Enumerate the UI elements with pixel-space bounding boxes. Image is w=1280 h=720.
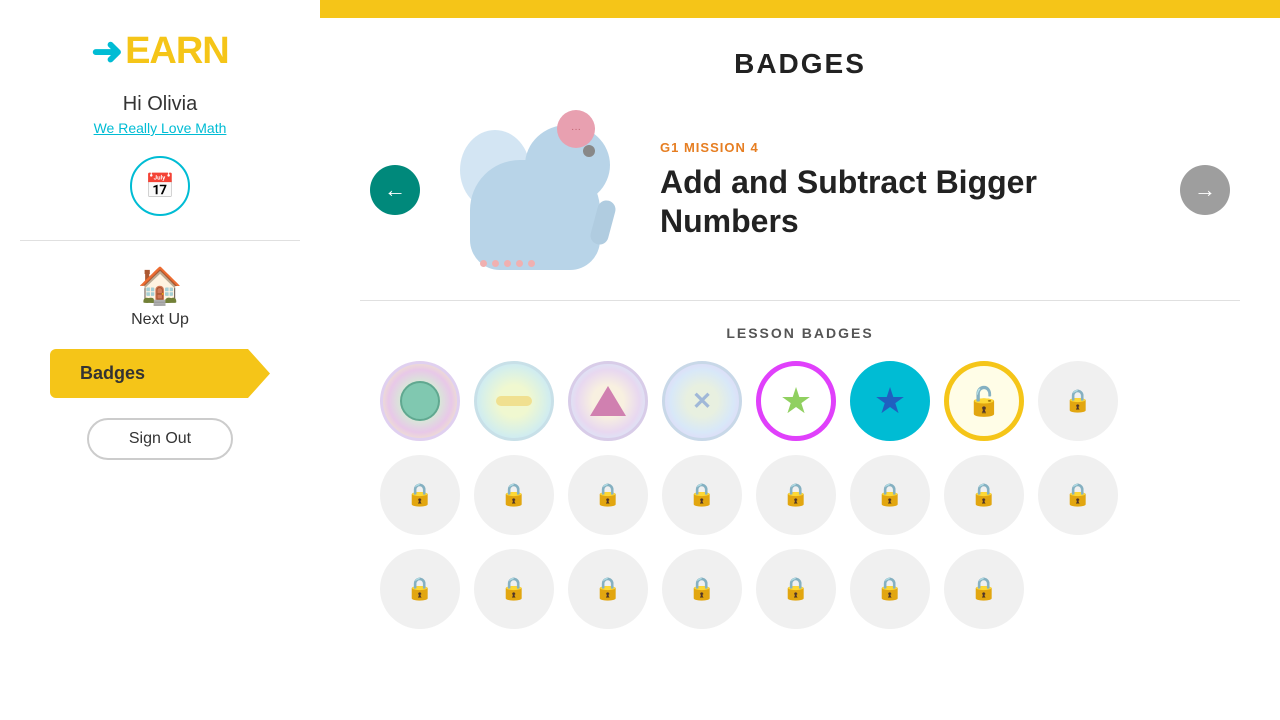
badge-1[interactable] — [380, 361, 460, 441]
badge-15: 🔒 — [944, 455, 1024, 535]
signout-button[interactable]: Sign Out — [87, 418, 233, 460]
prev-mission-button[interactable]: ← — [370, 165, 420, 215]
lock-icon-18: 🔒 — [500, 576, 527, 602]
lock-icon-7: 🔓 — [967, 385, 1002, 418]
badge-21: 🔒 — [756, 549, 836, 629]
lock-icon-14: 🔒 — [876, 482, 903, 508]
badges-row-2: 🔒 🔒 🔒 🔒 🔒 🔒 🔒 🔒 — [360, 455, 1240, 535]
greeting: Hi Olivia — [123, 93, 197, 116]
page-title: BADGES — [360, 48, 1240, 80]
badges-row-1: ✕ ★ ★ 🔓 🔒 — [360, 361, 1240, 441]
lock-icon-10: 🔒 — [500, 482, 527, 508]
logo-arrow: ➜ — [91, 33, 123, 71]
class-name-link[interactable]: We Really Love Math — [94, 120, 227, 136]
next-up-section: 🏠 Next Up — [131, 265, 189, 329]
top-bar — [320, 0, 1280, 18]
mission-info: G1 MISSION 4 Add and Subtract Bigger Num… — [660, 140, 1150, 240]
main-content: BADGES ← ··· — [320, 0, 1280, 720]
mission-label: G1 MISSION 4 — [660, 140, 1150, 155]
badge-8: 🔒 — [1038, 361, 1118, 441]
badge-9: 🔒 — [380, 455, 460, 535]
lesson-badges-title: LESSON BADGES — [360, 325, 1240, 341]
lock-icon-16: 🔒 — [1064, 482, 1091, 508]
content-area: BADGES ← ··· — [320, 18, 1280, 720]
next-up-label: Next Up — [131, 311, 189, 329]
lock-icon-9: 🔒 — [406, 482, 433, 508]
sidebar-divider — [20, 240, 300, 241]
badge-5[interactable]: ★ — [756, 361, 836, 441]
badge-17: 🔒 — [380, 549, 460, 629]
x-shape: ✕ — [692, 387, 712, 416]
badge-20: 🔒 — [662, 549, 742, 629]
badge-19: 🔒 — [568, 549, 648, 629]
home-icon: 🏠 — [138, 265, 183, 307]
badge-13: 🔒 — [756, 455, 836, 535]
badge-6[interactable]: ★ — [850, 361, 930, 441]
lock-icon-15: 🔒 — [970, 482, 997, 508]
lock-icon-22: 🔒 — [876, 576, 903, 602]
badge-10: 🔒 — [474, 455, 554, 535]
badge-16: 🔒 — [1038, 455, 1118, 535]
lock-icon-8: 🔒 — [1064, 388, 1091, 414]
star-icon-6: ★ — [874, 380, 906, 422]
badge-22: 🔒 — [850, 549, 930, 629]
calendar-button[interactable]: 📅 — [130, 156, 190, 216]
lock-icon-20: 🔒 — [688, 576, 715, 602]
next-mission-button[interactable]: → — [1180, 165, 1230, 215]
star-icon-5: ★ — [780, 380, 812, 422]
badges-row-3: 🔒 🔒 🔒 🔒 🔒 🔒 🔒 — [360, 549, 1240, 629]
badge-4[interactable]: ✕ — [662, 361, 742, 441]
badge-2[interactable] — [474, 361, 554, 441]
logo-text: EARN — [125, 30, 229, 73]
badge-14: 🔒 — [850, 455, 930, 535]
lock-icon-17: 🔒 — [406, 576, 433, 602]
mission-section: ← ··· — [360, 110, 1240, 270]
badge-7[interactable]: 🔓 — [944, 361, 1024, 441]
logo: ➜ EARN — [91, 30, 229, 73]
lesson-badges-section: LESSON BADGES ✕ — [360, 300, 1240, 629]
lock-icon-23: 🔒 — [970, 576, 997, 602]
sidebar: ➜ EARN Hi Olivia We Really Love Math 📅 🏠… — [0, 0, 320, 720]
badges-button[interactable]: Badges — [50, 349, 270, 398]
badge-11: 🔒 — [568, 455, 648, 535]
lock-icon-11: 🔒 — [594, 482, 621, 508]
badge-12: 🔒 — [662, 455, 742, 535]
badge-18: 🔒 — [474, 549, 554, 629]
lock-icon-12: 🔒 — [688, 482, 715, 508]
mission-image: ··· — [450, 110, 630, 270]
mission-title: Add and Subtract Bigger Numbers — [660, 163, 1150, 240]
lock-icon-13: 🔒 — [782, 482, 809, 508]
badge-3[interactable] — [568, 361, 648, 441]
calendar-icon: 📅 — [145, 172, 175, 201]
lock-icon-19: 🔒 — [594, 576, 621, 602]
lock-icon-21: 🔒 — [782, 576, 809, 602]
badge-23: 🔒 — [944, 549, 1024, 629]
